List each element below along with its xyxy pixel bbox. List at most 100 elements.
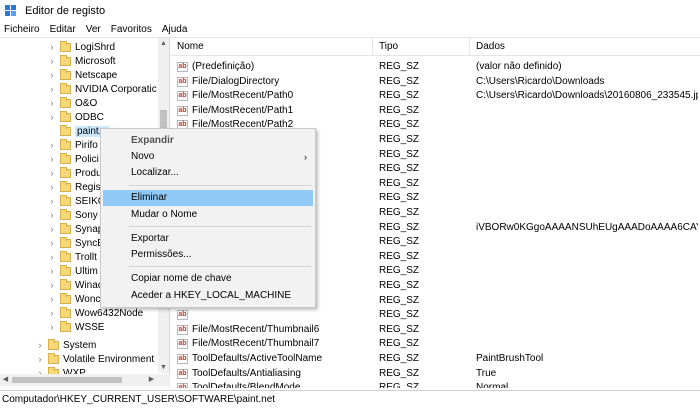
menu-ver[interactable]: Ver	[81, 24, 106, 35]
scroll-up-icon[interactable]: ▲	[158, 38, 169, 49]
scroll-left-icon[interactable]: ◀	[0, 374, 11, 386]
tree-item[interactable]: › Produ	[48, 166, 102, 180]
tree-item[interactable]: › Trollt	[48, 250, 97, 264]
chevron-right-icon[interactable]: ›	[48, 182, 56, 192]
menu-ajuda[interactable]: Ajuda	[157, 24, 193, 35]
menu-item-permissoes[interactable]: Permissões...	[103, 247, 313, 263]
table-row[interactable]: ab File/MostRecent/Thumbnail7 REG_SZ	[171, 337, 700, 351]
tree-item[interactable]: › SEIKO	[48, 194, 106, 208]
chevron-right-icon[interactable]: ›	[48, 56, 56, 66]
tree-item[interactable]: › SyncE	[48, 236, 104, 250]
folder-icon	[48, 338, 59, 350]
string-value-icon: ab	[177, 339, 188, 350]
chevron-right-icon[interactable]: ›	[48, 266, 56, 276]
tree-horizontal-scrollbar[interactable]: ◀ ▶	[0, 374, 170, 386]
tree-item[interactable]: › Winac	[48, 278, 103, 292]
table-row[interactable]: ab ToolDefaults/BlendMode REG_SZ Normal	[171, 381, 700, 388]
chevron-right-icon[interactable]: ›	[48, 322, 56, 332]
tree-item[interactable]: › Synap	[48, 222, 103, 236]
chevron-right-icon[interactable]: ›	[48, 210, 56, 220]
chevron-right-icon[interactable]: ›	[48, 112, 56, 122]
tree-item[interactable]: › Sony	[48, 208, 98, 222]
chevron-right-icon[interactable]: ›	[36, 354, 44, 364]
value-name: ToolDefaults/ActiveToolName	[192, 353, 323, 364]
value-type: REG_SZ	[379, 236, 420, 248]
folder-icon	[60, 306, 71, 318]
table-row[interactable]: ab File/MostRecent/Thumbnail6 REG_SZ	[171, 323, 700, 337]
menu-item-mudar-nome[interactable]: Mudar o Nome	[103, 207, 313, 223]
scroll-thumb[interactable]	[12, 377, 122, 383]
menu-item-copiar-nome[interactable]: Copiar nome de chave	[103, 271, 313, 287]
table-row[interactable]: ab ToolDefaults/ActiveToolName REG_SZ Paint…	[171, 352, 700, 366]
tree-item[interactable]: › Pirifo	[48, 138, 98, 152]
chevron-right-icon[interactable]: ›	[48, 280, 56, 290]
tree-item[interactable]: › Volatile Environment	[36, 352, 154, 366]
tree-item[interactable]: › System	[36, 338, 96, 352]
string-value-icon: ab	[177, 76, 188, 87]
table-row[interactable]: ab REG_SZ	[171, 308, 700, 322]
table-row[interactable]: ab File/MostRecent/Path0 REG_SZ C:\Users\Ri…	[171, 89, 700, 103]
table-row[interactable]: ab File/MostRecent/Path1 REG_SZ	[171, 104, 700, 118]
chevron-right-icon[interactable]: ›	[48, 308, 56, 318]
menu-item-localizar[interactable]: Localizar...	[103, 165, 313, 181]
tree-item[interactable]: › Polici	[48, 152, 99, 166]
menu-item-exportar[interactable]: Exportar	[103, 231, 313, 247]
value-data: C:\Users\Ricardo\Downloads\20160806_2335…	[476, 90, 698, 102]
value-data	[476, 308, 698, 322]
table-row[interactable]: ab (Predefinição) REG_SZ (valor não definid…	[171, 60, 700, 74]
chevron-right-icon[interactable]: ›	[48, 168, 56, 178]
table-row[interactable]: ab File/DialogDirectory REG_SZ C:\Users\Ric…	[171, 75, 700, 89]
chevron-right-icon[interactable]: ›	[48, 42, 56, 52]
folder-icon	[60, 152, 71, 164]
folder-icon	[60, 40, 71, 52]
menu-item-eliminar[interactable]: Eliminar	[103, 190, 313, 206]
tree-item[interactable]: › Regis	[48, 180, 101, 194]
value-type: REG_SZ	[379, 207, 420, 218]
tree-item[interactable]: › O&O	[48, 96, 97, 110]
folder-icon	[60, 124, 71, 136]
tree-item[interactable]: › WSSE	[48, 320, 104, 334]
column-header-type[interactable]: Tipo	[373, 38, 470, 56]
value-type: REG_SZ	[379, 75, 420, 87]
menu-item-expandir[interactable]: Expandir	[103, 133, 313, 149]
scroll-down-icon[interactable]: ▼	[158, 362, 169, 373]
value-data	[476, 191, 698, 205]
chevron-right-icon[interactable]: ›	[48, 294, 56, 304]
value-name: (Predefinição)	[192, 61, 255, 72]
column-header-name[interactable]: Nome	[171, 38, 373, 56]
menu-favoritos[interactable]: Favoritos	[106, 24, 157, 35]
menu-item-aceder-hklm[interactable]: Aceder a HKEY_LOCAL_MACHINE	[103, 288, 313, 304]
tree-item[interactable]: › Ultim	[48, 264, 98, 278]
value-name	[192, 308, 372, 322]
string-value-icon: ab	[177, 383, 188, 388]
tree-item[interactable]: › Wonc	[48, 292, 100, 306]
folder-icon	[60, 96, 71, 108]
value-data: True	[476, 367, 497, 379]
chevron-right-icon[interactable]: ›	[48, 252, 56, 262]
chevron-right-icon[interactable]: ›	[36, 340, 44, 350]
tree-item[interactable]: › Netscape	[48, 68, 117, 82]
table-row[interactable]: ab ToolDefaults/Antialiasing REG_SZ True	[171, 367, 700, 381]
chevron-right-icon[interactable]: ›	[48, 70, 56, 80]
chevron-right-icon[interactable]: ›	[48, 238, 56, 248]
tree-item[interactable]: › ODBC	[48, 110, 104, 124]
chevron-right-icon[interactable]: ›	[48, 196, 56, 206]
context-menu: Expandir Novo › Localizar... Eliminar Mud…	[100, 128, 316, 308]
menu-ficheiro[interactable]: Ficheiro	[0, 24, 45, 35]
scroll-right-icon[interactable]: ▶	[146, 374, 157, 386]
tree-item[interactable]: › Wow6432Node	[48, 306, 143, 320]
chevron-right-icon[interactable]: ›	[48, 224, 56, 234]
value-type: REG_SZ	[379, 250, 420, 262]
folder-icon	[60, 110, 71, 122]
tree-item[interactable]: › LogiShrd	[48, 40, 115, 54]
chevron-right-icon[interactable]: ›	[48, 84, 56, 94]
tree-item[interactable]: › Microsoft	[48, 54, 116, 68]
chevron-right-icon[interactable]: ›	[48, 140, 56, 150]
chevron-right-icon[interactable]: ›	[48, 98, 56, 108]
value-data	[476, 279, 698, 293]
menu-item-novo[interactable]: Novo ›	[103, 149, 313, 165]
column-header-data[interactable]: Dados	[470, 38, 700, 56]
chevron-right-icon[interactable]: ›	[48, 154, 56, 164]
tree-item[interactable]: › NVIDIA Corporatic	[48, 82, 157, 96]
menu-editar[interactable]: Editar	[45, 24, 81, 35]
